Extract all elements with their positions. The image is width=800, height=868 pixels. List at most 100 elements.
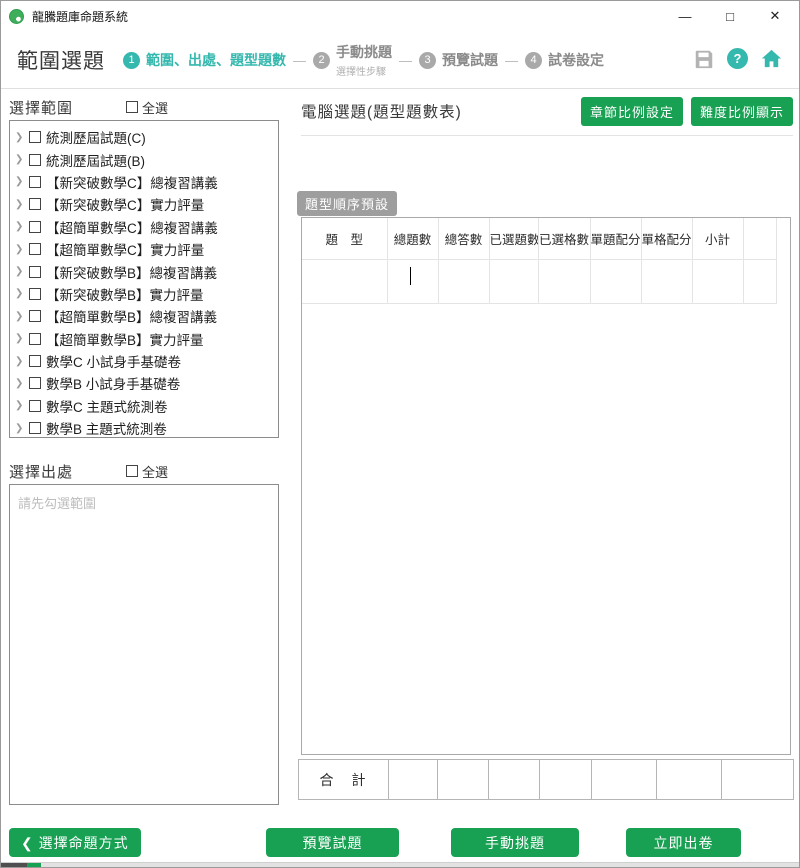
step-indicator: 1 範圍、出處、題型題數 — 2 手動挑題 選擇性步驟 — 3 預覽試題 — 4…: [123, 31, 604, 89]
tree-item[interactable]: ❯數學B 主題式統測卷: [10, 417, 278, 438]
tree-item[interactable]: ❯【新突破數學B】實力評量: [10, 283, 278, 305]
tree-item[interactable]: ❯ 統測歷屆試題(B): [10, 148, 278, 170]
maximize-icon[interactable]: □: [722, 9, 738, 24]
step-separator: —: [399, 53, 412, 68]
preview-questions-button[interactable]: 預覽試題: [266, 828, 399, 857]
col-points-per-blank: 單格配分: [641, 218, 692, 259]
source-select-all-label: 全選: [142, 462, 168, 481]
cell-selected-blanks[interactable]: [538, 259, 590, 303]
item-checkbox[interactable]: [29, 198, 41, 210]
expand-chevron-icon[interactable]: ❯: [15, 288, 24, 299]
expand-chevron-icon[interactable]: ❯: [15, 266, 24, 277]
item-label: 【超簡單數學B】實力評量: [46, 329, 204, 349]
header-icons: ?: [692, 47, 783, 70]
item-checkbox[interactable]: [29, 288, 41, 300]
item-checkbox[interactable]: [29, 266, 41, 278]
tree-item[interactable]: ❯ 【超簡單數學B】實力評量: [10, 328, 278, 350]
expand-chevron-icon[interactable]: ❯: [15, 423, 24, 434]
background-window-green-segment: [27, 863, 41, 867]
tree-item[interactable]: ❯【超簡單數學B】總複習講義: [10, 305, 278, 327]
expand-chevron-icon[interactable]: ❯: [15, 132, 24, 143]
item-label: 統測歷屆試題(B): [46, 150, 145, 170]
question-order-badge[interactable]: 題型順序預設: [297, 191, 397, 216]
total-label: 合 計: [299, 760, 389, 800]
chapter-ratio-button[interactable]: 章節比例設定: [581, 97, 683, 126]
expand-chevron-icon[interactable]: ❯: [15, 333, 24, 344]
difficulty-ratio-button[interactable]: 難度比例顯示: [691, 97, 793, 126]
item-checkbox[interactable]: [29, 176, 41, 188]
cell-points-per-blank[interactable]: [641, 259, 692, 303]
tree-item[interactable]: ❯【新突破數學C】實力評量: [10, 193, 278, 215]
page-header: 範圍選題 1 範圍、出處、題型題數 — 2 手動挑題 選擇性步驟 — 3 預覽試…: [1, 31, 799, 89]
total-cell: [592, 760, 657, 800]
close-icon[interactable]: ✕: [767, 8, 783, 24]
item-checkbox[interactable]: [29, 131, 41, 143]
manual-pick-button[interactable]: 手動挑題: [451, 828, 579, 857]
text-caret: [410, 267, 412, 285]
range-select-all-checkbox[interactable]: [126, 101, 138, 113]
range-select-all[interactable]: 全選: [126, 98, 168, 117]
item-checkbox[interactable]: [29, 377, 41, 389]
tree-item[interactable]: ❯統測歷屆試題(C): [10, 126, 278, 148]
expand-chevron-icon[interactable]: ❯: [15, 221, 24, 232]
expand-chevron-icon[interactable]: ❯: [15, 176, 24, 187]
item-checkbox[interactable]: [29, 221, 41, 233]
item-checkbox[interactable]: [29, 243, 41, 255]
home-icon[interactable]: [760, 47, 783, 70]
cell-total-answers[interactable]: [438, 259, 489, 303]
tree-item[interactable]: ❯【新突破數學C】總複習講義: [10, 171, 278, 193]
step-3-label: 預覽試題: [442, 50, 498, 70]
item-checkbox[interactable]: [29, 333, 41, 345]
range-title: 選擇範圍: [9, 97, 73, 118]
step-1-label: 範圍、出處、題型題數: [146, 50, 286, 70]
cell-points-per-question[interactable]: [590, 259, 641, 303]
col-extra: [743, 218, 776, 259]
step-1: 1 範圍、出處、題型題數: [123, 50, 286, 70]
tree-item[interactable]: ❯數學C 小試身手基礎卷: [10, 350, 278, 372]
expand-chevron-icon[interactable]: ❯: [15, 199, 24, 210]
expand-chevron-icon[interactable]: ❯: [15, 311, 24, 322]
main-title: 電腦選題(題型題數表): [301, 97, 462, 122]
total-cell: [389, 760, 438, 800]
tree-item[interactable]: ❯【超簡單數學C】實力評量: [10, 238, 278, 260]
item-checkbox[interactable]: [29, 310, 41, 322]
total-row: 合 計: [299, 760, 794, 800]
item-checkbox[interactable]: [29, 422, 41, 434]
cell-extra[interactable]: [743, 259, 776, 303]
step-separator: —: [505, 53, 518, 68]
source-select-all-checkbox[interactable]: [126, 465, 138, 477]
cell-total-questions[interactable]: [387, 259, 438, 303]
ratio-buttons: 章節比例設定 難度比例顯示: [581, 97, 793, 126]
window-title: 龍騰題庫命題系統: [32, 8, 128, 25]
item-checkbox[interactable]: [29, 154, 41, 166]
expand-chevron-icon[interactable]: ❯: [15, 356, 24, 367]
tree-item[interactable]: ❯【新突破數學B】總複習講義: [10, 260, 278, 282]
step-2-subtitle: 選擇性步驟: [336, 63, 392, 78]
cell-subtotal[interactable]: [692, 259, 743, 303]
range-tree[interactable]: ❯統測歷屆試題(C) ❯ 統測歷屆試題(B) ❯【新突破數學C】總複習講義 ❯【新…: [9, 120, 279, 438]
source-select-all[interactable]: 全選: [126, 462, 168, 481]
save-icon[interactable]: [692, 47, 715, 70]
cell-selected-questions[interactable]: [489, 259, 538, 303]
expand-chevron-icon[interactable]: ❯: [15, 244, 24, 255]
tree-item[interactable]: ❯【超簡單數學C】總複習講義: [10, 216, 278, 238]
col-total-answers: 總答數: [438, 218, 489, 259]
item-checkbox[interactable]: [29, 400, 41, 412]
tree-item[interactable]: ❯數學B 小試身手基礎卷: [10, 372, 278, 394]
tree-item[interactable]: ❯數學C 主題式統測卷: [10, 395, 278, 417]
item-checkbox[interactable]: [29, 355, 41, 367]
cell-question-type[interactable]: [302, 259, 387, 303]
total-cell: [722, 760, 794, 800]
expand-chevron-icon[interactable]: ❯: [15, 154, 24, 165]
back-to-method-button[interactable]: ❮ 選擇命題方式: [9, 828, 141, 857]
total-cell: [540, 760, 592, 800]
help-icon[interactable]: ?: [726, 47, 749, 70]
expand-chevron-icon[interactable]: ❯: [15, 400, 24, 411]
expand-chevron-icon[interactable]: ❯: [15, 378, 24, 389]
minimize-icon[interactable]: —: [677, 9, 693, 24]
main-panel: 電腦選題(題型題數表) 章節比例設定 難度比例顯示 題型順序預設 題 型 總題數…: [301, 97, 793, 136]
generate-paper-button[interactable]: 立即出卷: [626, 828, 741, 857]
step-3: 3 預覽試題: [419, 50, 498, 70]
source-list[interactable]: 請先勾選範圍: [9, 484, 279, 805]
step-separator: —: [293, 53, 306, 68]
